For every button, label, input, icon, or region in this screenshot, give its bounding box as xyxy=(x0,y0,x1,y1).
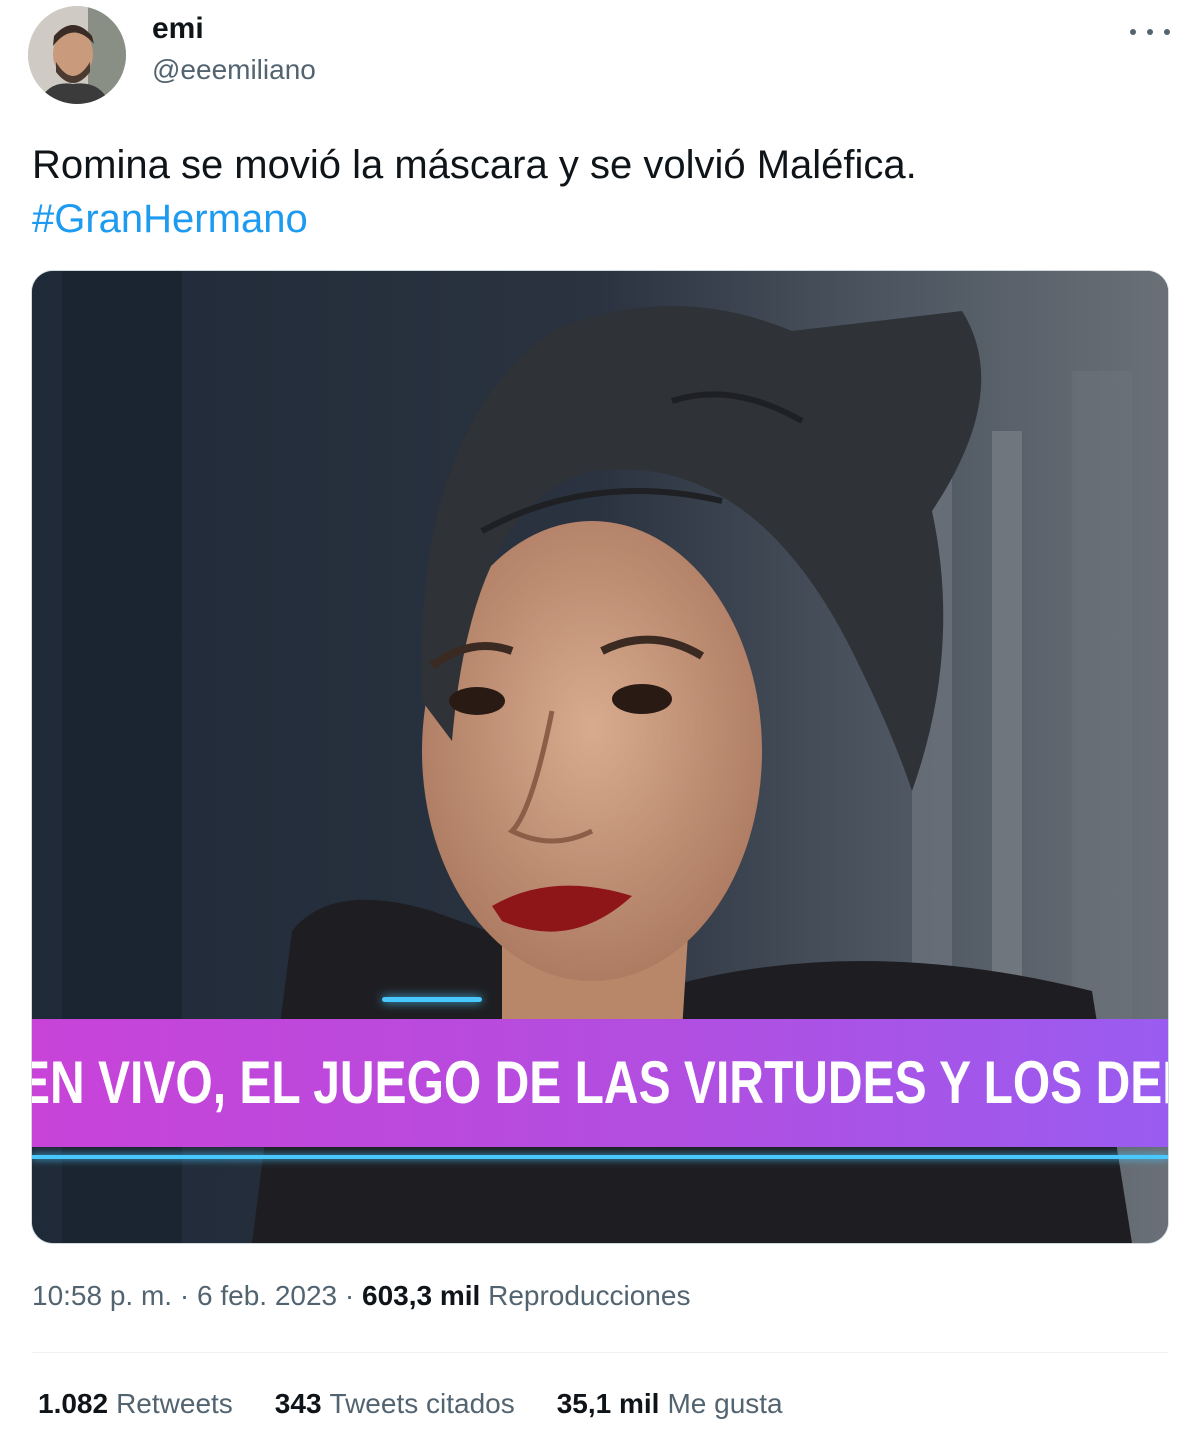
quotes-label: Tweets citados xyxy=(329,1388,515,1419)
quotes-stat[interactable]: 343 Tweets citados xyxy=(275,1388,515,1420)
avatar-image xyxy=(28,6,126,104)
tweet-date[interactable]: 6 feb. 2023 xyxy=(197,1280,337,1311)
likes-stat[interactable]: 35,1 mil Me gusta xyxy=(557,1388,783,1420)
meta-separator-2: · xyxy=(344,1280,355,1311)
likes-count: 35,1 mil xyxy=(556,1388,660,1419)
views-label: Reproducciones xyxy=(488,1280,691,1311)
meta-separator: · xyxy=(179,1280,190,1311)
retweets-count: 1.082 xyxy=(38,1388,109,1419)
views-count: 603,3 mil xyxy=(362,1280,481,1311)
accent-line xyxy=(32,1155,1168,1159)
more-icon-dot xyxy=(1164,29,1170,35)
quotes-count: 343 xyxy=(274,1388,322,1419)
retweets-stat[interactable]: 1.082 Retweets xyxy=(38,1388,233,1420)
hashtag-link[interactable]: #GranHermano xyxy=(32,192,1162,246)
tweet-stats: 1.082 Retweets 343 Tweets citados 35,1 mil… xyxy=(38,1388,783,1420)
retweets-label: Retweets xyxy=(116,1388,233,1419)
lower-third-banner: EN VIVO, EL JUEGO DE LAS VIRTUDES Y LOS … xyxy=(32,1019,1168,1147)
author-handle[interactable]: @eeemiliano xyxy=(152,54,316,86)
tweet: emi @eeemiliano Romina se movió la másca… xyxy=(0,0,1200,1451)
more-icon xyxy=(1130,29,1136,35)
author-display-name[interactable]: emi xyxy=(152,12,204,46)
accent-glow-line xyxy=(382,997,482,1002)
lower-third-text: EN VIVO, EL JUEGO DE LAS VIRTUDES Y LOS … xyxy=(32,1049,1168,1116)
more-options-button[interactable] xyxy=(1130,22,1170,42)
more-icon-dot xyxy=(1147,29,1153,35)
tweet-text: Romina se movió la máscara y se volvió M… xyxy=(32,138,1162,246)
likes-label: Me gusta xyxy=(667,1388,783,1419)
tweet-meta: 10:58 p. m. · 6 feb. 2023 · 603,3 mil Re… xyxy=(32,1280,690,1312)
tweet-media-image[interactable]: EN VIVO, EL JUEGO DE LAS VIRTUDES Y LOS … xyxy=(31,270,1169,1244)
avatar[interactable] xyxy=(28,6,126,104)
tweet-time[interactable]: 10:58 p. m. xyxy=(32,1280,172,1311)
tweet-body: Romina se movió la máscara y se volvió M… xyxy=(32,143,917,187)
divider xyxy=(32,1352,1168,1353)
